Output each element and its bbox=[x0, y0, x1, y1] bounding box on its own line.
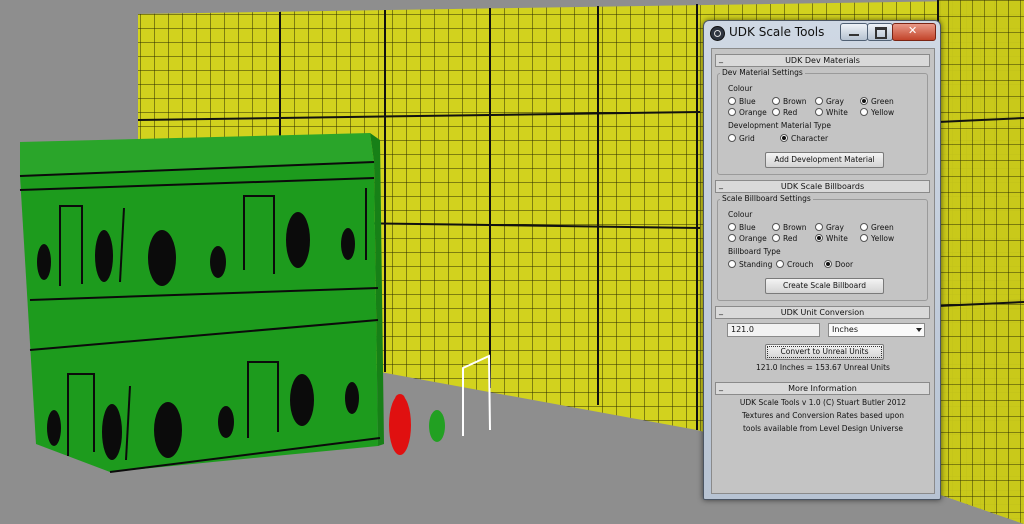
minimize-button[interactable] bbox=[840, 23, 868, 41]
dev-colour-red-radio[interactable]: Red bbox=[772, 108, 797, 118]
title-bar[interactable]: UDK Scale Tools bbox=[704, 21, 940, 45]
info-line: Textures and Conversion Rates based upon bbox=[741, 411, 905, 420]
close-button[interactable] bbox=[892, 23, 936, 41]
dev-type-character-radio[interactable]: Character bbox=[780, 134, 828, 144]
bb-type-crouch-radio[interactable]: Crouch bbox=[776, 260, 813, 270]
dev-colour-blue-radio[interactable]: Blue bbox=[728, 97, 756, 107]
unit-selected-value: Inches bbox=[832, 325, 858, 334]
bb-type-door-radio[interactable]: Door bbox=[824, 260, 853, 270]
radio-dot bbox=[728, 97, 736, 105]
rollout-scale-billboards[interactable]: _ UDK Scale Billboards bbox=[715, 180, 930, 193]
radio-dot bbox=[815, 223, 823, 231]
rollout-collapse-icon[interactable]: _ bbox=[719, 305, 723, 316]
rollout-more-information[interactable]: _ More Information bbox=[715, 382, 930, 395]
radio-dot bbox=[728, 234, 736, 242]
radio-dot bbox=[815, 108, 823, 116]
colour-label: Colour bbox=[728, 84, 753, 93]
tool-panel: _ UDK Dev Materials Dev Material Setting… bbox=[711, 48, 935, 494]
dev-colour-yellow-radio[interactable]: Yellow bbox=[860, 108, 894, 118]
conversion-result: 121.0 Inches = 153.67 Unreal Units bbox=[756, 363, 890, 372]
material-type-label: Development Material Type bbox=[728, 121, 831, 130]
rollout-title: More Information bbox=[788, 384, 857, 393]
value-input[interactable]: 121.0 bbox=[727, 323, 820, 337]
bb-colour-gray-radio[interactable]: Gray bbox=[815, 223, 844, 233]
radio-dot bbox=[772, 234, 780, 242]
bb-colour-white-radio[interactable]: White bbox=[815, 234, 848, 244]
rollout-collapse-icon[interactable]: _ bbox=[719, 53, 723, 64]
bb-colour-green-radio[interactable]: Green bbox=[860, 223, 894, 233]
radio-dot bbox=[728, 260, 736, 268]
bb-colour-brown-radio[interactable]: Brown bbox=[772, 223, 807, 233]
bb-colour-blue-radio[interactable]: Blue bbox=[728, 223, 756, 233]
info-line: tools available from Level Design Univer… bbox=[742, 424, 903, 433]
radio-dot bbox=[815, 234, 823, 242]
billboard-type-label: Billboard Type bbox=[728, 247, 781, 256]
dev-colour-gray-radio[interactable]: Gray bbox=[815, 97, 844, 107]
window-title: UDK Scale Tools bbox=[729, 25, 825, 39]
dev-type-grid-radio[interactable]: Grid bbox=[728, 134, 755, 144]
rollout-unit-conversion[interactable]: _ UDK Unit Conversion bbox=[715, 306, 930, 319]
dev-colour-orange-radio[interactable]: Orange bbox=[728, 108, 767, 118]
radio-dot bbox=[728, 223, 736, 231]
bb-colour-orange-radio[interactable]: Orange bbox=[728, 234, 767, 244]
max-icon bbox=[710, 26, 725, 41]
chevron-down-icon bbox=[916, 328, 922, 332]
dev-colour-white-radio[interactable]: White bbox=[815, 108, 848, 118]
radio-dot bbox=[824, 260, 832, 268]
rollout-title: UDK Dev Materials bbox=[785, 56, 860, 65]
radio-dot bbox=[728, 134, 736, 142]
radio-dot bbox=[860, 234, 868, 242]
radio-dot bbox=[772, 108, 780, 116]
dev-colour-green-radio[interactable]: Green bbox=[860, 97, 894, 107]
radio-dot bbox=[776, 260, 784, 268]
rollout-collapse-icon[interactable]: _ bbox=[719, 179, 723, 190]
radio-dot bbox=[772, 223, 780, 231]
group-label: Scale Billboard Settings bbox=[720, 194, 813, 204]
rollout-dev-materials[interactable]: _ UDK Dev Materials bbox=[715, 54, 930, 67]
green-dev-cube bbox=[19, 133, 384, 473]
radio-dot bbox=[815, 97, 823, 105]
colour-label: Colour bbox=[728, 210, 753, 219]
bb-colour-yellow-radio[interactable]: Yellow bbox=[860, 234, 894, 244]
bb-colour-red-radio[interactable]: Red bbox=[772, 234, 797, 244]
udk-scale-tools-window[interactable]: UDK Scale Tools _ UDK Dev Materials Dev … bbox=[703, 20, 941, 500]
radio-dot bbox=[860, 223, 868, 231]
maximize-button[interactable] bbox=[867, 23, 893, 41]
bb-type-standing-radio[interactable]: Standing bbox=[728, 260, 772, 270]
radio-dot bbox=[860, 97, 868, 105]
radio-dot bbox=[860, 108, 868, 116]
radio-dot bbox=[772, 97, 780, 105]
radio-dot bbox=[728, 108, 736, 116]
radio-dot bbox=[780, 134, 788, 142]
info-line: UDK Scale Tools v 1.0 (C) Stuart Butler … bbox=[739, 398, 907, 407]
green-crouch-billboard bbox=[429, 410, 445, 442]
unit-dropdown[interactable]: Inches bbox=[828, 323, 925, 337]
dev-colour-brown-radio[interactable]: Brown bbox=[772, 97, 807, 107]
create-scale-billboard-button[interactable]: Create Scale Billboard bbox=[765, 278, 884, 294]
rollout-title: UDK Unit Conversion bbox=[780, 308, 865, 317]
group-label: Dev Material Settings bbox=[720, 68, 805, 78]
rollout-collapse-icon[interactable]: _ bbox=[719, 381, 723, 392]
add-development-material-button[interactable]: Add Development Material bbox=[765, 152, 884, 168]
convert-to-unreal-units-button[interactable]: Convert to Unreal Units bbox=[765, 344, 884, 360]
rollout-title: UDK Scale Billboards bbox=[780, 182, 865, 191]
